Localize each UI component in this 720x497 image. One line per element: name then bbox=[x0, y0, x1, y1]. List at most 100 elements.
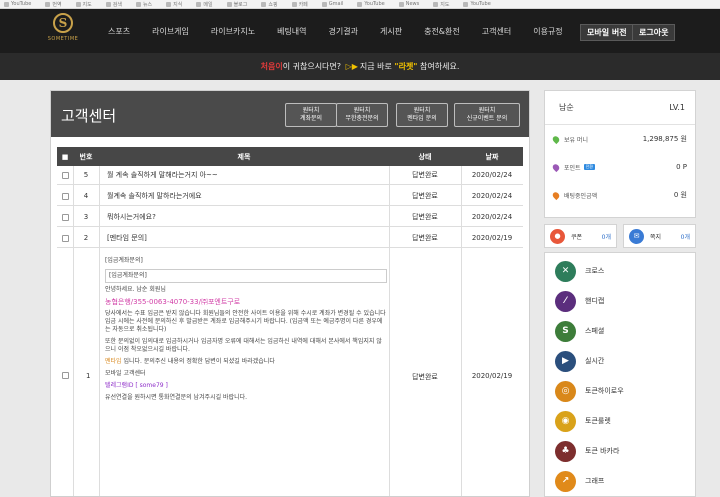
menu-item-board[interactable]: 게시판 bbox=[380, 26, 402, 37]
game-item-token-roulette[interactable]: ◉ 토큰룰렛 bbox=[545, 406, 695, 436]
token-hilo-icon: ◎ bbox=[555, 380, 576, 402]
row-status: 답변완료 bbox=[412, 213, 438, 221]
onetouch-new-event-button[interactable]: 원터치 신규이벤트 문의 bbox=[454, 103, 520, 127]
menu-item-results[interactable]: 경기결과 bbox=[329, 26, 358, 37]
bookmark[interactable]: YouTube bbox=[463, 1, 491, 7]
notice-text: 참여하세요. bbox=[420, 62, 460, 71]
stat-label: 포인트 전환 bbox=[564, 164, 595, 172]
game-item-live[interactable]: ▶ 실시간 bbox=[545, 346, 695, 376]
bookmark-icon bbox=[357, 1, 363, 7]
column-divider bbox=[389, 166, 390, 496]
answer-paragraph: 당사에서는 수표 입금은 받지 않습니다 회원님들의 안전한 사이트 이용을 위… bbox=[105, 310, 386, 333]
menu-item-live-game[interactable]: 라이브게임 bbox=[152, 26, 189, 37]
stat-label: 배팅중인금액 bbox=[564, 192, 598, 200]
table-row[interactable]: 4 월계속 솔직하게 말하라는거에요 답변완료 2020/02/24 bbox=[57, 187, 523, 206]
table-row[interactable]: 2 [멘타임 문의] 답변완료 2020/02/19 bbox=[57, 229, 523, 248]
row-status: 답변완료 bbox=[412, 234, 438, 242]
site-logo[interactable]: S SOMETIME bbox=[45, 11, 81, 51]
button-line: 원터치 bbox=[302, 107, 320, 114]
row-checkbox[interactable] bbox=[62, 372, 69, 379]
main-menu: 스포츠 라이브게임 라이브카지노 베팅내역 경기결과 게시판 충전&환전 고객센… bbox=[108, 9, 585, 53]
game-item-cross[interactable]: ✕ 크로스 bbox=[545, 256, 695, 286]
mobile-version-button[interactable]: 모바일 버전 bbox=[580, 24, 634, 41]
stat-points: 포인트 전환 0 P bbox=[545, 153, 695, 181]
bookmark[interactable]: 검색 bbox=[105, 1, 122, 8]
table-row[interactable]: 5 월 계속 솔직하게 말해라는거지 아~~ 답변완료 2020/02/24 bbox=[57, 166, 523, 185]
bookmark-icon bbox=[166, 1, 172, 7]
game-label: 크로스 bbox=[585, 267, 605, 275]
bookmark[interactable]: 뉴스 bbox=[135, 1, 152, 8]
menu-item-deposit-withdraw[interactable]: 충전&환전 bbox=[424, 26, 460, 37]
row-checkbox[interactable] bbox=[61, 213, 69, 221]
button-line: 원터치 bbox=[353, 107, 371, 114]
answer-greeting: 안녕하세요. 남순 회원님 bbox=[105, 286, 166, 293]
user-level: LV.1 bbox=[669, 103, 685, 112]
message-button[interactable]: ✉ 쪽지 0개 bbox=[623, 224, 696, 248]
message-label: 쪽지 bbox=[650, 233, 662, 241]
row-checkbox[interactable] bbox=[61, 171, 69, 179]
bookmark[interactable]: 지도 bbox=[433, 1, 449, 8]
game-label: 실시간 bbox=[585, 357, 605, 365]
row-date: 2020/02/19 bbox=[471, 372, 513, 380]
inquiry-answer: [입금계좌문의] [입금계좌문의] 안녕하세요. 남순 회원님 농협은행/355… bbox=[105, 257, 387, 406]
game-menu: ✕ 크로스 ⁄ 핸디캡 S 스페셜 ▶ 실시간 ◎ 토큰하이로우 ◉ 토큰룰렛 … bbox=[544, 252, 696, 497]
betting-value: 0 원 bbox=[673, 191, 687, 199]
game-item-handicap[interactable]: ⁄ 핸디캡 bbox=[545, 286, 695, 316]
logo-s-icon: S bbox=[53, 13, 73, 33]
table-row[interactable]: 3 뭐하시는거에요? 답변완료 2020/02/24 bbox=[57, 208, 523, 227]
menu-item-bet-history[interactable]: 베팅내역 bbox=[277, 26, 306, 37]
bookmark-icon bbox=[291, 1, 297, 7]
notice-bar[interactable]: 처음이 이 귀찮으시다면? ▷▶ 지금 바로 "라젯" 참여하세요. bbox=[0, 53, 720, 80]
bookmark[interactable]: YouTube bbox=[357, 1, 385, 7]
row-status: 답변완료 bbox=[412, 192, 438, 200]
game-item-graph[interactable]: ↗ 그래프 bbox=[545, 466, 695, 496]
game-label: 토큰룰렛 bbox=[585, 417, 611, 425]
bookmark[interactable]: 블로그 bbox=[226, 1, 247, 8]
row-checkbox[interactable] bbox=[61, 234, 69, 242]
menu-item-sports[interactable]: 스포츠 bbox=[108, 26, 130, 37]
button-line: 신규이벤트 문의 bbox=[466, 115, 508, 122]
row-number: 4 bbox=[83, 192, 89, 200]
game-label: 핸디캡 bbox=[585, 297, 605, 305]
bookmark[interactable]: 쇼핑 bbox=[261, 1, 278, 8]
row-checkbox[interactable] bbox=[61, 192, 69, 200]
game-item-token-hilo[interactable]: ◎ 토큰하이로우 bbox=[545, 376, 695, 406]
onetouch-mentime-inquiry-button[interactable]: 원터치 멘타임 문의 bbox=[396, 103, 448, 127]
select-all-header[interactable]: ■ bbox=[57, 153, 73, 161]
token-roulette-icon: ◉ bbox=[555, 410, 576, 432]
logout-button[interactable]: 로그아웃 bbox=[632, 24, 676, 41]
coupon-button[interactable]: ● 쿠폰 0개 bbox=[544, 224, 617, 248]
game-item-special[interactable]: S 스페셜 bbox=[545, 316, 695, 346]
menu-item-live-casino[interactable]: 라이브카지노 bbox=[211, 26, 255, 37]
bookmark[interactable]: 지도 bbox=[75, 1, 92, 8]
menu-item-rules[interactable]: 이용규정 bbox=[533, 26, 562, 37]
bookmark-icon bbox=[433, 1, 439, 7]
bookmark[interactable]: YouTube bbox=[4, 1, 31, 7]
bookmark[interactable]: 번역 bbox=[45, 1, 62, 8]
convert-points-button[interactable]: 전환 bbox=[583, 164, 595, 170]
row-title[interactable]: [멘타임 문의] bbox=[99, 233, 389, 243]
bookmark[interactable]: News bbox=[398, 1, 419, 7]
row-title[interactable]: 월 계속 솔직하게 말해라는거지 아~~ bbox=[99, 170, 389, 180]
row-number: 2 bbox=[83, 234, 89, 242]
bookmark[interactable]: 메일 bbox=[196, 1, 213, 8]
live-icon: ▶ bbox=[555, 350, 576, 372]
bookmark-icon bbox=[196, 1, 202, 7]
onetouch-account-inquiry-button[interactable]: 원터치 계좌문의 bbox=[285, 103, 337, 127]
graph-icon: ↗ bbox=[555, 470, 576, 492]
game-label: 그래프 bbox=[585, 477, 605, 485]
row-title[interactable]: 월계속 솔직하게 말하라는거에요 bbox=[99, 191, 389, 201]
bookmark[interactable]: 카페 bbox=[291, 1, 308, 8]
game-item-token-baccarat[interactable]: ♣ 토큰 바카라 bbox=[545, 436, 695, 466]
onetouch-unlimited-charge-button[interactable]: 원터치 무한충전문의 bbox=[336, 103, 388, 127]
column-divider bbox=[73, 166, 74, 496]
bookmark[interactable]: Gmail bbox=[321, 1, 343, 7]
answer-paragraph: 멘타임 입니다. 문의주신 내용의 정확한 답변이 되셨길 바라겠습니다 bbox=[105, 358, 387, 366]
bookmark[interactable]: 지식 bbox=[166, 1, 182, 8]
bookmark-icon bbox=[4, 1, 9, 7]
message-count: 0개 bbox=[680, 233, 690, 241]
bookmark-icon bbox=[45, 1, 51, 7]
row-title[interactable]: 뭐하시는거에요? bbox=[99, 212, 389, 222]
column-header-title: 제목 bbox=[237, 152, 251, 161]
menu-item-customer-center[interactable]: 고객센터 bbox=[482, 26, 511, 37]
